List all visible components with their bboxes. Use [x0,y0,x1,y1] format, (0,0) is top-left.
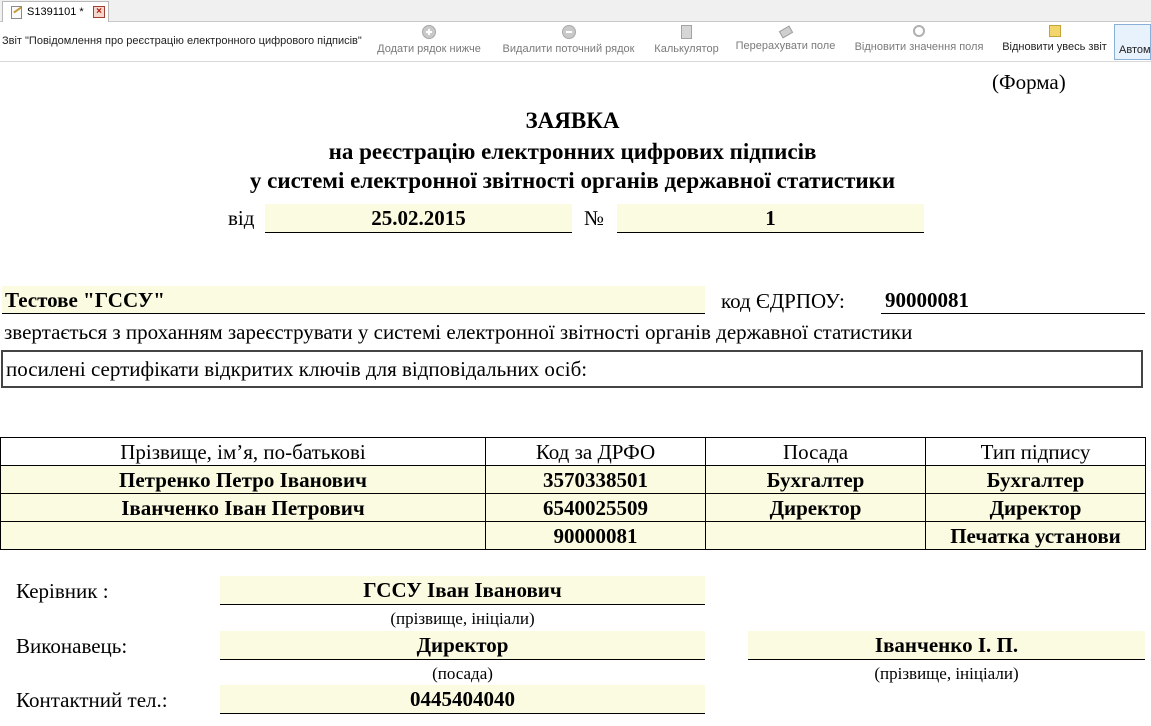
edrpou-label: код ЄДРПОУ: [721,289,845,313]
column-header-signature-type: Тип підпису [925,437,1146,466]
recalculate-label: Перерахувати поле [735,40,836,52]
phone-label: Контактний тел.: [16,688,168,712]
table-row: Петренко Петро Іванович 3570338501 Бухга… [0,465,1146,494]
cell-name[interactable] [0,521,486,550]
report-form: (Форма) ЗАЯВКА на реєстрацію електронних… [0,63,1151,726]
request-text: звертається з проханням зареєструвати у … [4,320,913,344]
restore-report-icon [1048,25,1061,37]
restore-report-button[interactable]: Відновити увесь звіт [998,25,1111,61]
document-icon [9,5,25,19]
cell-signature-type[interactable]: Печатка установи [925,521,1146,550]
organization-name-field[interactable]: Тестове "ГССУ" [2,286,705,314]
calculator-label: Калькулятор [654,43,719,55]
recalculate-icon [778,25,793,39]
number-field[interactable]: 1 [617,204,924,233]
add-row-label: Додати рядок нижче [377,43,481,55]
document-tab[interactable]: S1391101 * × [2,1,109,22]
delete-row-icon [561,25,576,39]
form-type-label: (Форма) [992,70,1066,94]
calculator-icon [681,25,692,39]
certificates-text-box[interactable]: посилені сертифікати відкритих ключів дл… [1,350,1143,388]
recalculate-field-button[interactable]: Перерахувати поле [731,25,840,61]
tab-label: S1391101 * [27,6,84,18]
cell-drfo[interactable]: 6540025509 [485,493,706,522]
executor-name-field[interactable]: Іванченко І. П. [748,631,1145,660]
cell-drfo[interactable]: 90000081 [485,521,706,550]
edrpou-field[interactable]: 90000081 [881,286,1145,314]
number-label: № [584,206,605,230]
form-subtitle-2: у системі електронної звітності органів … [249,168,896,193]
executor-position-field[interactable]: Директор [220,631,705,660]
phone-field[interactable]: 0445404040 [220,685,705,714]
cell-signature-type[interactable]: Бухгалтер [925,465,1146,494]
form-subtitle-1: на реєстрацію електронних цифрових підпи… [328,139,817,164]
restore-field-icon [913,25,925,37]
cell-signature-type[interactable]: Директор [925,493,1146,522]
tab-strip: S1391101 * × [0,0,1151,22]
table-row: 90000081 Печатка установи [0,521,1146,550]
cell-name[interactable]: Іванченко Іван Петрович [0,493,486,522]
form-title: ЗАЯВКА [525,108,620,133]
cell-drfo[interactable]: 3570338501 [485,465,706,494]
restore-field-button[interactable]: Відновити значення поля [848,25,990,61]
calculator-button[interactable]: Калькулятор [650,25,723,61]
executor-label: Виконавець: [16,634,128,658]
head-label: Керівник : [16,579,109,603]
toolbar: Звіт "Повідомлення про реєстрацію електр… [0,22,1151,62]
head-name-field[interactable]: ГССУ Іван Іванович [220,576,705,605]
cell-position[interactable]: Бухгалтер [705,465,926,494]
signers-table: Прізвище, ім’я, по-батькові Код за ДРФО … [0,437,1146,550]
head-name-caption: (прізвище, ініціали) [390,609,535,628]
report-title: Звіт "Повідомлення про реєстрацію електр… [2,35,362,47]
cell-position[interactable] [705,521,926,550]
delete-row-label: Видалити поточний рядок [502,43,635,55]
cell-name[interactable]: Петренко Петро Іванович [0,465,486,494]
table-row: Іванченко Іван Петрович 6540025509 Дирек… [0,493,1146,522]
date-field[interactable]: 25.02.2015 [265,204,572,233]
restore-field-label: Відновити значення поля [854,41,984,53]
close-tab-icon[interactable]: × [93,6,105,18]
delete-row-button[interactable]: Видалити поточний рядок [495,25,642,61]
date-label: від [228,206,255,230]
position-caption: (посада) [432,664,493,683]
add-row-button[interactable]: Додати рядок нижче [371,25,487,61]
restore-report-label: Відновити увесь звіт [1002,41,1107,53]
cell-position[interactable]: Директор [705,493,926,522]
column-header-drfo: Код за ДРФО [485,437,706,466]
table-header-row: Прізвище, ім’я, по-батькові Код за ДРФО … [0,437,1146,466]
add-row-icon [422,25,436,39]
column-header-position: Посада [705,437,926,466]
column-header-name: Прізвище, ім’я, по-батькові [0,437,486,466]
executor-name-caption: (прізвище, ініціали) [874,664,1019,683]
auto-button[interactable]: Автом [1114,24,1151,60]
